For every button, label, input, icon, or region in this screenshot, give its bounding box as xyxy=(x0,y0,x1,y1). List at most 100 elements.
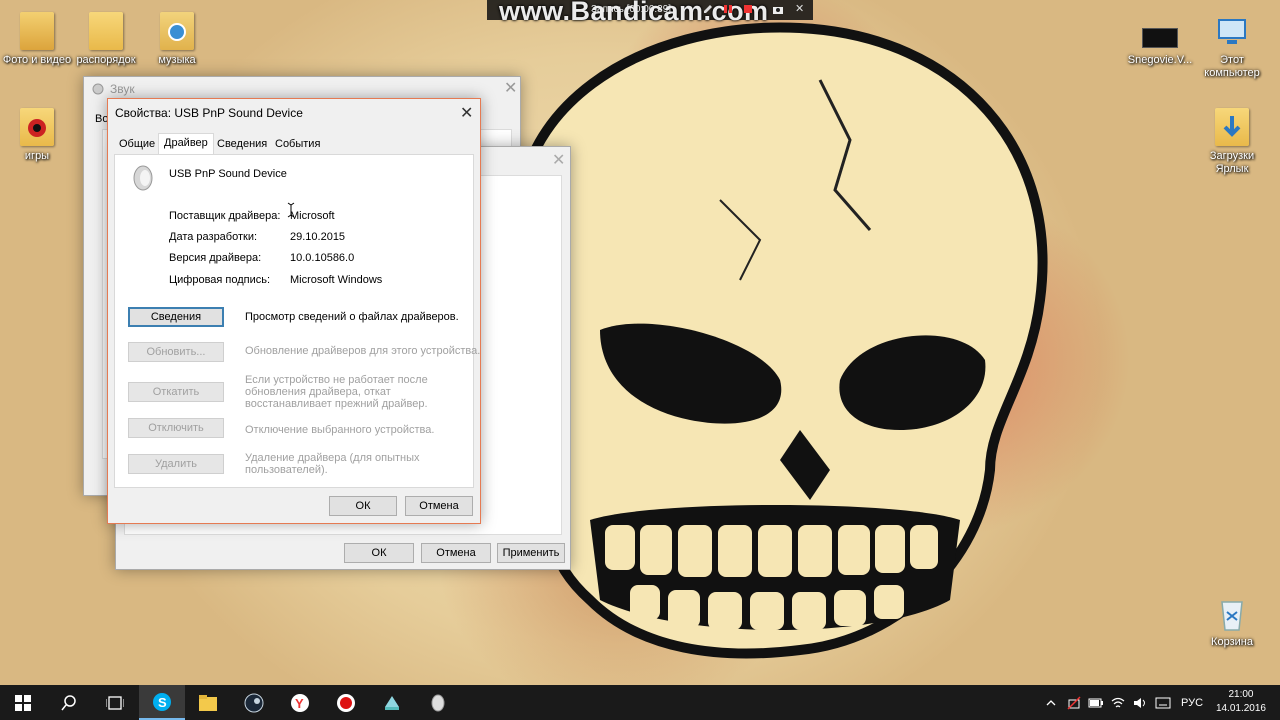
desktop-icon-games[interactable]: игры xyxy=(1,108,73,163)
computer-icon xyxy=(1215,12,1249,50)
desktop-icon-music[interactable]: музыка xyxy=(141,12,213,67)
tab-details[interactable]: Сведения xyxy=(212,136,272,154)
speaker-icon xyxy=(92,83,104,98)
recording-timer: Запись [00:00:39] xyxy=(591,4,672,15)
apply-button[interactable]: Применить xyxy=(497,543,565,563)
info-value-signature: Microsoft Windows xyxy=(290,274,383,286)
taskbar: S Y РУС 21:00 14.01.2016 xyxy=(0,685,1280,720)
info-label-date: Дата разработки: xyxy=(169,231,258,243)
desktop-icon-label: Этот компьютер xyxy=(1204,54,1260,79)
bandicam-recording-bar: www.Bandicam.com Запись [00:00:39] ✕ xyxy=(487,0,813,26)
svg-text:Y: Y xyxy=(295,696,304,711)
task-view-button[interactable] xyxy=(92,685,138,720)
clock-time: 21:00 xyxy=(1228,689,1254,700)
desktop-icon-label: Фото и видео xyxy=(2,54,72,66)
close-button[interactable]: ✕ xyxy=(504,78,517,98)
camera-icon[interactable] xyxy=(773,4,783,14)
desktop-icon-downloads[interactable]: Загрузки Ярлык xyxy=(1196,108,1268,176)
rollback-driver-desc: Если устройство не работает после обновл… xyxy=(245,374,428,410)
taskbar-app-generic[interactable] xyxy=(369,685,415,720)
steam-icon xyxy=(244,693,264,712)
app-icon xyxy=(385,695,399,710)
video-file-icon xyxy=(1142,28,1178,48)
taskbar-app-bandicam[interactable] xyxy=(323,685,369,720)
task-view-icon xyxy=(106,695,124,710)
disable-device-desc: Отключение выбранного устройства. xyxy=(245,424,435,436)
desktop-icon-label: музыка xyxy=(158,54,196,66)
update-driver-desc: Обновление драйверов для этого устройств… xyxy=(245,345,481,357)
tray-keyboard[interactable] xyxy=(1152,685,1174,720)
speaker-device-icon xyxy=(130,164,156,195)
volume-icon xyxy=(1134,697,1145,708)
desktop-icon-this-pc[interactable]: Этот компьютер xyxy=(1196,12,1268,80)
dialog-title: Свойства: USB PnP Sound Device xyxy=(115,106,303,120)
no-network-icon xyxy=(1067,695,1081,710)
cancel-button[interactable]: Отмена xyxy=(405,496,473,516)
search-icon xyxy=(61,694,76,710)
chevron-up-icon xyxy=(1046,699,1056,705)
games-folder-icon xyxy=(20,108,54,146)
clock[interactable]: 21:00 14.01.2016 xyxy=(1216,688,1266,716)
music-folder-icon xyxy=(160,12,194,50)
uninstall-driver-button[interactable]: Удалить xyxy=(128,454,224,474)
info-label-provider: Поставщик драйвера: xyxy=(169,210,281,222)
desktop-icon-label: игры xyxy=(24,150,50,162)
pause-icon[interactable] xyxy=(723,4,733,14)
search-button[interactable] xyxy=(46,685,92,720)
desktop-icon-label: Snegovie.V... xyxy=(1127,54,1193,66)
tray-battery[interactable] xyxy=(1086,685,1106,720)
driver-details-desc: Просмотр сведений о файлах драйверов. xyxy=(245,311,459,323)
stop-icon[interactable] xyxy=(743,4,753,14)
skype-icon: S xyxy=(153,692,171,711)
folder-icon xyxy=(89,12,123,50)
tab-driver[interactable]: Драйвер xyxy=(158,133,214,154)
language-indicator[interactable]: РУС xyxy=(1176,685,1208,720)
speaker-icon xyxy=(431,694,445,711)
pencil-icon[interactable] xyxy=(703,4,713,14)
desktop-icon-label: Корзина xyxy=(1211,636,1253,648)
bandicam-icon xyxy=(337,693,355,712)
desktop-icon-photo-video[interactable]: Фото и видео xyxy=(1,12,73,67)
battery-icon xyxy=(1088,698,1103,707)
text-cursor-icon xyxy=(287,202,295,221)
driver-details-button[interactable]: Сведения xyxy=(128,307,224,327)
wifi-icon xyxy=(1111,697,1125,707)
windows-logo-icon xyxy=(15,694,31,711)
yandex-browser-icon: Y xyxy=(291,693,309,712)
tab-general[interactable]: Общие xyxy=(114,136,160,154)
taskbar-app-skype[interactable]: S xyxy=(139,685,185,720)
info-label-signature: Цифровая подпись: xyxy=(169,274,271,286)
uninstall-driver-desc: Удаление драйвера (для опытных пользоват… xyxy=(245,452,420,476)
file-explorer-icon xyxy=(199,694,217,711)
ok-button[interactable]: ОК xyxy=(329,496,397,516)
close-icon[interactable]: ✕ xyxy=(795,2,805,15)
tray-wifi[interactable] xyxy=(1108,685,1128,720)
rollback-driver-button[interactable]: Откатить xyxy=(128,382,224,402)
taskbar-app-yandex[interactable]: Y xyxy=(277,685,323,720)
show-hidden-icons[interactable] xyxy=(1042,685,1060,720)
desktop-icon-schedule[interactable]: распорядок xyxy=(70,12,142,67)
cancel-button[interactable]: Отмена xyxy=(421,543,491,563)
info-value-date: 29.10.2015 xyxy=(290,231,346,243)
tray-volume[interactable] xyxy=(1130,685,1150,720)
taskbar-app-sound[interactable] xyxy=(415,685,461,720)
taskbar-app-explorer[interactable] xyxy=(185,685,231,720)
update-driver-button[interactable]: Обновить... xyxy=(128,342,224,362)
taskbar-app-steam[interactable] xyxy=(231,685,277,720)
folder-icon xyxy=(20,12,54,50)
desktop-icon-recycle-bin[interactable]: Корзина xyxy=(1196,594,1268,649)
downloads-folder-icon xyxy=(1215,108,1249,146)
info-label-version: Версия драйвера: xyxy=(169,252,262,264)
close-button[interactable]: ✕ xyxy=(460,103,473,123)
tray-network-warning[interactable] xyxy=(1064,685,1084,720)
ok-button[interactable]: ОК xyxy=(344,543,414,563)
keyboard-icon xyxy=(1155,697,1171,708)
close-button[interactable]: ✕ xyxy=(552,150,565,170)
svg-text:S: S xyxy=(158,695,167,710)
start-button[interactable] xyxy=(0,685,46,720)
desktop-icon-snegovie[interactable]: Snegovie.V... xyxy=(1124,28,1196,67)
tab-events[interactable]: События xyxy=(270,136,325,154)
desktop-icon-label: распорядок xyxy=(76,54,136,66)
clock-date: 14.01.2016 xyxy=(1215,703,1266,714)
disable-device-button[interactable]: Отключить xyxy=(128,418,224,438)
